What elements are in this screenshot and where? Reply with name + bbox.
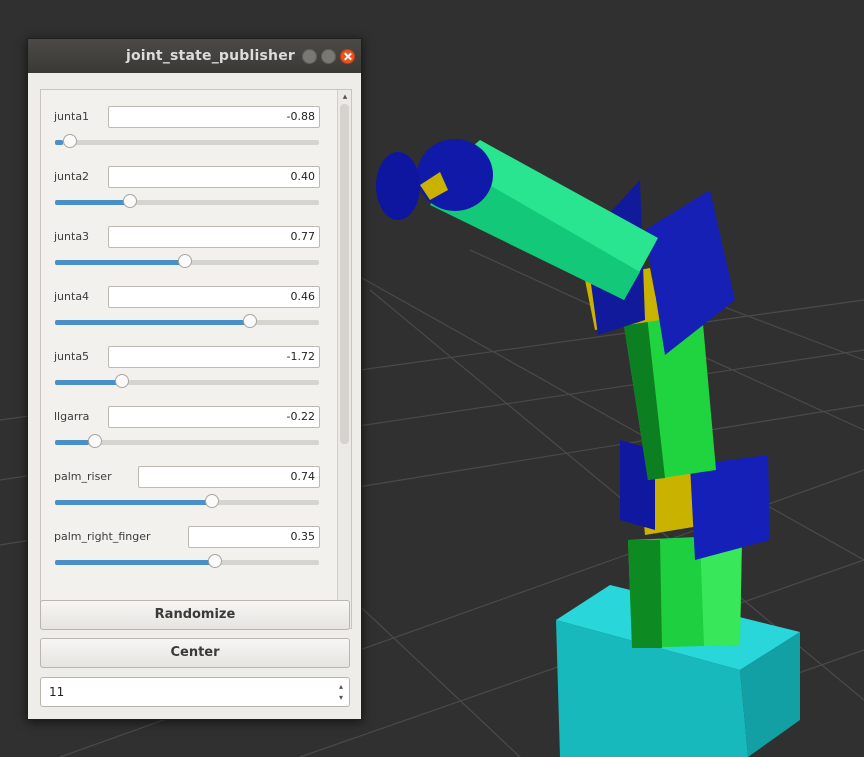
joint-label: palm_right_finger — [54, 530, 151, 543]
slider-handle[interactable] — [243, 314, 257, 328]
scroll-up-icon[interactable]: ▴ — [340, 92, 350, 102]
joint-label: llgarra — [54, 410, 90, 423]
slider-fill — [55, 200, 126, 205]
joint-label: palm_riser — [54, 470, 112, 483]
joint-slider[interactable] — [55, 434, 319, 450]
scrollbar-thumb[interactable] — [340, 104, 349, 444]
joint-label: junta1 — [54, 110, 90, 123]
joint-row: llgarra -0.22 — [54, 406, 334, 430]
joint-slider[interactable] — [55, 194, 319, 210]
joint-value-field[interactable]: 0.46 — [108, 286, 320, 308]
slider-fill — [55, 440, 89, 445]
slider-fill — [55, 260, 184, 265]
joint-value-field[interactable]: 0.77 — [108, 226, 320, 248]
joint-row: palm_right_finger 0.35 — [54, 526, 334, 550]
joint-slider[interactable] — [55, 554, 319, 570]
joint-row: junta2 0.40 — [54, 166, 334, 190]
joint-slider[interactable] — [55, 134, 319, 150]
slider-handle[interactable] — [208, 554, 222, 568]
joint-value-field[interactable]: 0.35 — [188, 526, 320, 548]
joint-row: palm_riser 0.74 — [54, 466, 334, 490]
joint-label: junta3 — [54, 230, 90, 243]
spinbox[interactable]: 11 ▴ ▾ — [40, 677, 350, 707]
slider-fill — [55, 140, 63, 145]
window-title: joint_state_publisher — [125, 48, 295, 64]
joint-row: junta5 -1.72 — [54, 346, 334, 370]
joint-value-field[interactable]: -0.22 — [108, 406, 320, 428]
joint-slider[interactable] — [55, 494, 319, 510]
slider-track[interactable] — [55, 140, 319, 145]
joint-label: junta4 — [54, 290, 90, 303]
joint-row: junta3 0.77 — [54, 226, 334, 250]
joint-row: junta1 -0.88 — [54, 106, 334, 130]
slider-handle[interactable] — [178, 254, 192, 268]
slider-fill — [55, 560, 216, 565]
center-button[interactable]: Center — [40, 638, 350, 668]
vertical-scrollbar[interactable]: ▴ ▾ — [337, 90, 351, 628]
slider-handle[interactable] — [115, 374, 129, 388]
randomize-button[interactable]: Randomize — [40, 600, 350, 630]
spinbox-value[interactable]: 11 — [49, 685, 64, 699]
joint-slider[interactable] — [55, 254, 319, 270]
wrist-disc — [417, 139, 493, 211]
joint-label: junta2 — [54, 170, 90, 183]
slider-handle[interactable] — [88, 434, 102, 448]
joint-value-field[interactable]: -0.88 — [108, 106, 320, 128]
slider-handle[interactable] — [123, 194, 137, 208]
slider-fill — [55, 320, 253, 325]
minimize-icon[interactable] — [302, 49, 317, 64]
slider-fill — [55, 500, 213, 505]
joint-row: junta4 0.46 — [54, 286, 334, 310]
spinbox-arrows-icon[interactable]: ▴ ▾ — [336, 681, 346, 703]
title-bar[interactable]: joint_state_publisher — [28, 39, 361, 73]
slider-handle[interactable] — [63, 134, 77, 148]
close-icon[interactable] — [340, 49, 355, 64]
joint-value-field[interactable]: -1.72 — [108, 346, 320, 368]
joint-label: junta5 — [54, 350, 90, 363]
joint-slider[interactable] — [55, 374, 319, 390]
slider-fill — [55, 380, 118, 385]
joint-value-field[interactable]: 0.74 — [138, 466, 320, 488]
slider-handle[interactable] — [205, 494, 219, 508]
joint-slider[interactable] — [55, 314, 319, 330]
joint-state-publisher-window: joint_state_publisher junta1 -0.88 junta2 0… — [27, 38, 362, 720]
maximize-icon[interactable] — [321, 49, 336, 64]
joints-scroll-area[interactable]: junta1 -0.88 junta2 0.40 junta3 0.77 junta4 0.4… — [40, 89, 352, 629]
end-effector — [376, 152, 420, 220]
joint-value-field[interactable]: 0.40 — [108, 166, 320, 188]
